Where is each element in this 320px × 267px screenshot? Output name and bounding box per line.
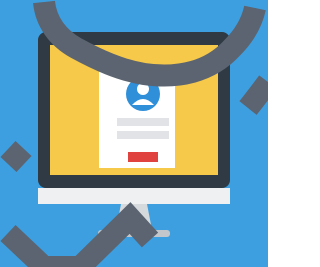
username-field [117, 118, 169, 126]
illustration [0, 0, 268, 267]
monitor-chin [38, 188, 230, 204]
stage [0, 0, 268, 267]
login-button [128, 152, 158, 162]
left-slash-stroke [0, 140, 32, 173]
password-field [117, 131, 169, 139]
